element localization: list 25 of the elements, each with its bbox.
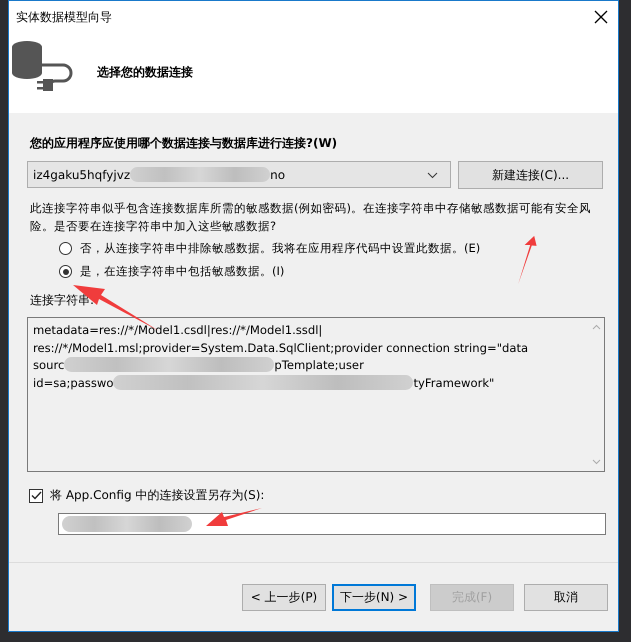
wizard-button[interactable]: < 上一步(P)	[242, 584, 326, 610]
window-title: 实体数据模型向导	[16, 8, 112, 26]
warning-text: 此连接字符串似乎包含连接数据库所需的敏感数据(例如密码)。在连接字符串中存储敏感数据可能有安全风险。是否要在连接字符串中加入这些敏感数据?	[30, 200, 592, 235]
step-title: 选择您的数据连接	[97, 64, 193, 80]
radio-button[interactable]	[59, 242, 72, 255]
caret-icon	[427, 172, 438, 179]
connection-dropdown[interactable]: iz4gaku5hqfyjvz no	[27, 161, 451, 188]
connection-string-text: res://*/Model1.msl;provider=System.Data.SqlClient;provider connection string="data	[33, 340, 528, 356]
checkbox[interactable]	[29, 488, 43, 502]
connection-string-text: id=sa;passwo	[33, 374, 114, 392]
close-icon[interactable]	[594, 10, 608, 24]
connection-string-text: tyFramework"	[413, 374, 494, 392]
wizard-button[interactable]: 取消	[524, 584, 608, 610]
wizard-button[interactable]: 下一步(N) >	[332, 584, 416, 610]
config-name-field[interactable]	[58, 513, 606, 535]
connection-string-text: sourc	[33, 357, 64, 374]
radio-label: 是，在连接字符串中包括敏感数据。(I)	[80, 264, 284, 279]
save-config-label: 将 App.Config 中的连接设置另存为(S):	[50, 487, 264, 504]
connection-string-box[interactable]: metadata=res://*/Model1.csdl|res://*/Model1.ssdl| res://*/Model1.msl;provider=System.Data.SqlClient;provider connection string="data sourc pTemplate;user id=sa;passwo tyFramework"	[27, 317, 605, 472]
connection-string-text: metadata=res://*/Model1.csdl|res://*/Model1.ssdl|	[33, 322, 322, 339]
connection-question: 您的应用程序应使用哪个数据连接与数据库进行连接?(W)	[30, 135, 338, 152]
radio-button[interactable]	[59, 265, 72, 278]
new-connection-button[interactable]: 新建连接(C)...	[458, 161, 603, 189]
connection-string-text: pTemplate;user	[274, 357, 364, 374]
radio-label: 否，从连接字符串中排除敏感数据。我将在应用程序代码中设置此数据。(E)	[80, 241, 480, 256]
